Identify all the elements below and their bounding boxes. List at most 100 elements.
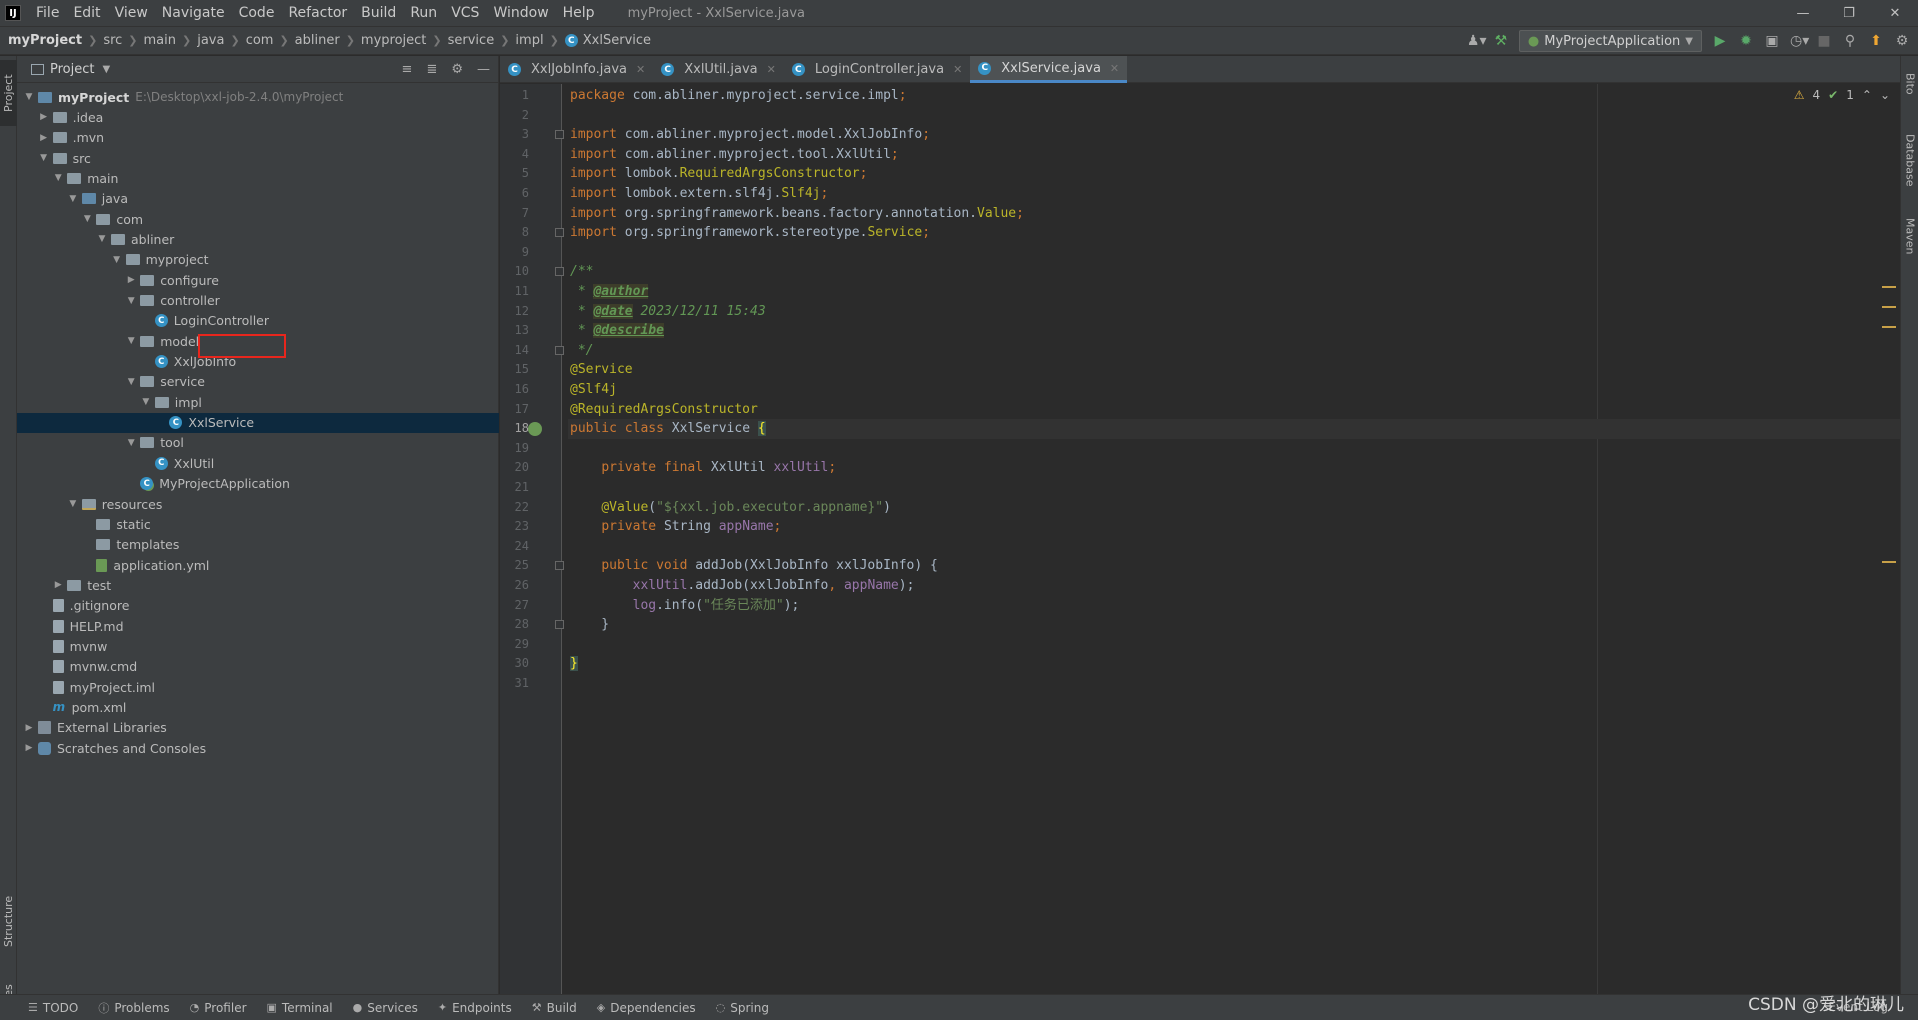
bottom-tool-profiler[interactable]: ◔ Profiler bbox=[190, 1001, 247, 1015]
bito-tool-tab[interactable]: Bito bbox=[1901, 64, 1918, 104]
chevron-down-icon[interactable]: ▼ bbox=[81, 214, 93, 224]
chevron-down-icon[interactable]: ▼ bbox=[140, 397, 152, 407]
editor-tab[interactable]: C LoginController.java ✕ bbox=[784, 56, 970, 83]
run-configuration-select[interactable]: ● MyProjectApplication ▼ bbox=[1518, 30, 1702, 52]
bottom-tool-todo[interactable]: ☰ TODO bbox=[28, 1001, 78, 1015]
close-icon[interactable]: ✕ bbox=[1872, 0, 1918, 27]
build-hammer-icon[interactable]: ⚒ bbox=[1493, 33, 1509, 49]
code-line[interactable]: } bbox=[568, 615, 1900, 635]
close-tab-icon[interactable]: ✕ bbox=[636, 63, 645, 76]
editor-tab[interactable]: C XxlService.java ✕ bbox=[970, 56, 1128, 83]
code-line[interactable] bbox=[568, 243, 1900, 263]
chevron-right-icon[interactable]: ▶ bbox=[23, 743, 35, 753]
code-line[interactable]: import com.abliner.myproject.tool.XxlUti… bbox=[568, 145, 1900, 165]
chevron-down-icon[interactable]: ▼ bbox=[125, 336, 137, 346]
code-line[interactable]: import lombok.RequiredArgsConstructor; bbox=[568, 164, 1900, 184]
coverage-icon[interactable]: ▣ bbox=[1764, 33, 1780, 49]
fold-toggle-icon[interactable] bbox=[555, 561, 564, 571]
menu-help[interactable]: Help bbox=[556, 0, 602, 27]
tree-item[interactable]: ▼ resources bbox=[17, 494, 499, 514]
code-line[interactable]: @Slf4j bbox=[568, 380, 1900, 400]
chevron-right-icon[interactable]: ▶ bbox=[38, 112, 50, 122]
code-line[interactable]: import com.abliner.myproject.model.XxlJo… bbox=[568, 125, 1900, 145]
menu-build[interactable]: Build bbox=[354, 0, 403, 27]
breadcrumb-item[interactable]: com bbox=[246, 33, 274, 48]
code-line[interactable]: private String appName; bbox=[568, 517, 1900, 537]
tree-item[interactable]: C XxlService bbox=[17, 412, 499, 433]
code-line[interactable]: import lombok.extern.slf4j.Slf4j; bbox=[568, 184, 1900, 204]
code-line[interactable] bbox=[568, 439, 1900, 459]
breadcrumb-item[interactable]: impl bbox=[515, 33, 543, 48]
tree-item[interactable]: mvnw.cmd bbox=[17, 657, 499, 677]
close-tab-icon[interactable]: ✕ bbox=[767, 63, 776, 76]
chevron-right-icon[interactable]: ▶ bbox=[23, 723, 35, 733]
code-line[interactable]: } bbox=[568, 654, 1900, 674]
tree-item[interactable]: templates bbox=[17, 535, 499, 555]
tree-item[interactable]: ▶ test bbox=[17, 575, 499, 595]
bottom-tool-build[interactable]: ⚒ Build bbox=[532, 1001, 577, 1015]
tree-item[interactable]: C LoginController bbox=[17, 311, 499, 331]
breadcrumb-item[interactable]: myproject bbox=[361, 33, 426, 48]
menu-run[interactable]: Run bbox=[403, 0, 444, 27]
run-icon[interactable]: ▶ bbox=[1712, 33, 1728, 49]
user-icon[interactable]: ♟▾ bbox=[1467, 33, 1487, 49]
code-line[interactable]: */ bbox=[568, 341, 1900, 361]
chevron-down-icon[interactable]: ▼ bbox=[125, 377, 137, 387]
code-area[interactable]: package com.abliner.myproject.service.im… bbox=[568, 84, 1900, 994]
tree-item[interactable]: ▼ tool bbox=[17, 433, 499, 453]
breadcrumb-item[interactable]: java bbox=[197, 33, 224, 48]
tree-item[interactable]: ▶ configure bbox=[17, 270, 499, 290]
code-line[interactable] bbox=[568, 674, 1900, 694]
chevron-down-icon[interactable]: ▼ bbox=[52, 173, 64, 183]
close-tab-icon[interactable]: ✕ bbox=[953, 63, 962, 76]
editor-tab[interactable]: C XxlUtil.java ✕ bbox=[653, 56, 784, 83]
code-line[interactable]: * @author bbox=[568, 282, 1900, 302]
tree-item[interactable]: ▼ com bbox=[17, 209, 499, 229]
code-line[interactable]: public class XxlService { bbox=[568, 419, 1900, 439]
minimize-icon[interactable]: — bbox=[1780, 0, 1826, 27]
chevron-down-icon[interactable]: ▼ bbox=[67, 499, 79, 509]
restore-icon[interactable]: ❐ bbox=[1826, 0, 1872, 27]
database-tool-tab[interactable]: Database bbox=[1901, 120, 1918, 200]
chevron-up-icon[interactable]: ⌃ bbox=[1862, 88, 1872, 102]
tree-item[interactable]: static bbox=[17, 514, 499, 534]
code-line[interactable]: log.info("任务已添加"); bbox=[568, 596, 1900, 616]
maven-tool-tab[interactable]: Maven bbox=[1901, 206, 1918, 266]
tree-item[interactable]: ▼ controller bbox=[17, 291, 499, 311]
code-line[interactable]: * @describe bbox=[568, 321, 1900, 341]
stop-icon[interactable]: ■ bbox=[1816, 33, 1832, 49]
code-line[interactable]: package com.abliner.myproject.service.im… bbox=[568, 86, 1900, 106]
chevron-right-icon[interactable]: ▶ bbox=[52, 580, 64, 590]
debug-icon[interactable]: ✹ bbox=[1738, 33, 1754, 49]
structure-tool-tab[interactable]: Structure bbox=[0, 886, 17, 956]
settings-icon[interactable]: ⚙ bbox=[1894, 33, 1910, 49]
search-icon[interactable]: ⚲ bbox=[1842, 33, 1858, 49]
menu-vcs[interactable]: VCS bbox=[444, 0, 486, 27]
update-icon[interactable]: ⬆ bbox=[1868, 33, 1884, 49]
chevron-down-icon[interactable]: ▼ bbox=[96, 234, 108, 244]
chevron-down-icon[interactable]: ▼ bbox=[38, 153, 50, 163]
scrollbar-marker[interactable] bbox=[1882, 286, 1896, 288]
fold-toggle-icon[interactable] bbox=[555, 228, 564, 238]
chevron-down-icon[interactable]: ▼ bbox=[102, 64, 110, 75]
scrollbar-marker[interactable] bbox=[1882, 326, 1896, 328]
code-line[interactable]: * @date 2023/12/11 15:43 bbox=[568, 302, 1900, 322]
code-line[interactable]: import org.springframework.stereotype.Se… bbox=[568, 223, 1900, 243]
profiler-icon[interactable]: ◷▾ bbox=[1790, 33, 1809, 49]
code-line[interactable] bbox=[568, 106, 1900, 126]
breadcrumb-item[interactable]: XxlService bbox=[583, 33, 651, 48]
editor-tab[interactable]: C XxlJobInfo.java ✕ bbox=[500, 56, 653, 83]
menu-view[interactable]: View bbox=[108, 0, 155, 27]
breadcrumb-item[interactable]: service bbox=[448, 33, 495, 48]
hide-panel-icon[interactable]: — bbox=[477, 62, 490, 77]
chevron-down-icon[interactable]: ▼ bbox=[125, 296, 137, 306]
tree-item[interactable]: ▼ myproject bbox=[17, 250, 499, 270]
chevron-right-icon[interactable]: ▶ bbox=[38, 133, 50, 143]
tree-item[interactable]: ▼ impl bbox=[17, 392, 499, 412]
tree-item[interactable]: mvnw bbox=[17, 636, 499, 656]
menu-window[interactable]: Window bbox=[486, 0, 555, 27]
code-line[interactable] bbox=[568, 478, 1900, 498]
fold-toggle-icon[interactable] bbox=[555, 130, 564, 140]
breadcrumb-item[interactable]: main bbox=[144, 33, 176, 48]
tree-item[interactable]: HELP.md bbox=[17, 616, 499, 636]
